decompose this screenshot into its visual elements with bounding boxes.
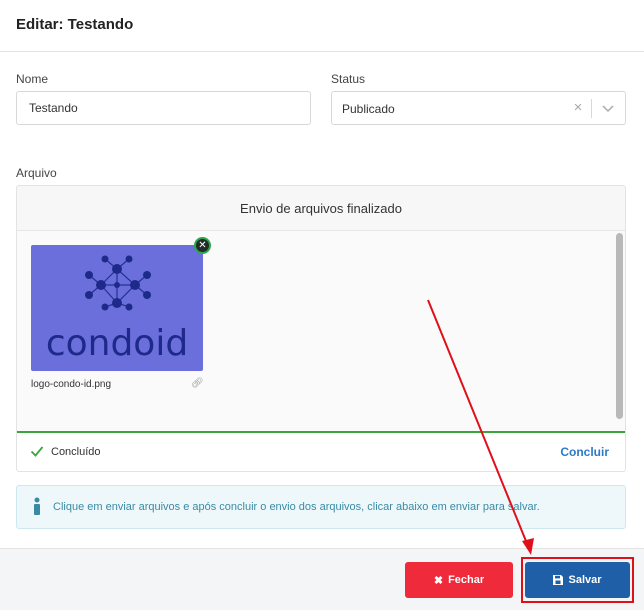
name-input[interactable] [16,91,311,125]
status-select-value: Publicado [342,102,395,116]
close-icon: ✖ [433,574,444,587]
modal-title: Editar: Testando [16,16,134,33]
select-separator [591,99,592,118]
modal-header: Editar: Testando [0,0,644,52]
upload-header: Envio de arquivos finalizado [17,186,625,231]
upload-footer: Concluído Concluir [17,433,625,471]
file-upload-panel: Envio de arquivos finalizado condoid ✕ l… [16,185,626,472]
conclude-button[interactable]: Concluir [560,445,609,459]
chevron-down-icon[interactable] [601,101,615,115]
modal-footer: ✖ Fechar Salvar [0,548,644,610]
info-message: Clique em enviar arquivos e após conclui… [53,501,540,513]
save-button-label: Salvar [568,574,602,586]
close-icon[interactable]: × [571,100,585,116]
status-select[interactable]: Publicado × [331,91,626,125]
info-icon [34,497,40,515]
status-label: Status [331,72,366,86]
thumbnail-text: condoid [46,323,188,364]
floppy-disk-icon [553,575,564,585]
save-button[interactable]: Salvar [525,562,630,598]
close-button[interactable]: ✖ Fechar [405,562,513,598]
upload-file-list: condoid ✕ logo-condo-id.png 🔗︎ [17,231,625,431]
upload-status-text: Concluído [51,446,101,458]
file-label: Arquivo [16,166,57,180]
condoid-logo: condoid [46,255,188,364]
file-name: logo-condo-id.png [31,379,112,390]
link-icon[interactable]: 🔗︎ [191,378,204,389]
close-icon[interactable]: ✕ [194,237,211,254]
scrollbar[interactable] [616,233,623,419]
file-thumbnail: condoid [31,245,203,371]
name-label: Nome [16,72,49,86]
close-button-label: Fechar [448,574,485,586]
info-alert: Clique em enviar arquivos e após conclui… [16,485,626,529]
check-icon [30,446,44,457]
